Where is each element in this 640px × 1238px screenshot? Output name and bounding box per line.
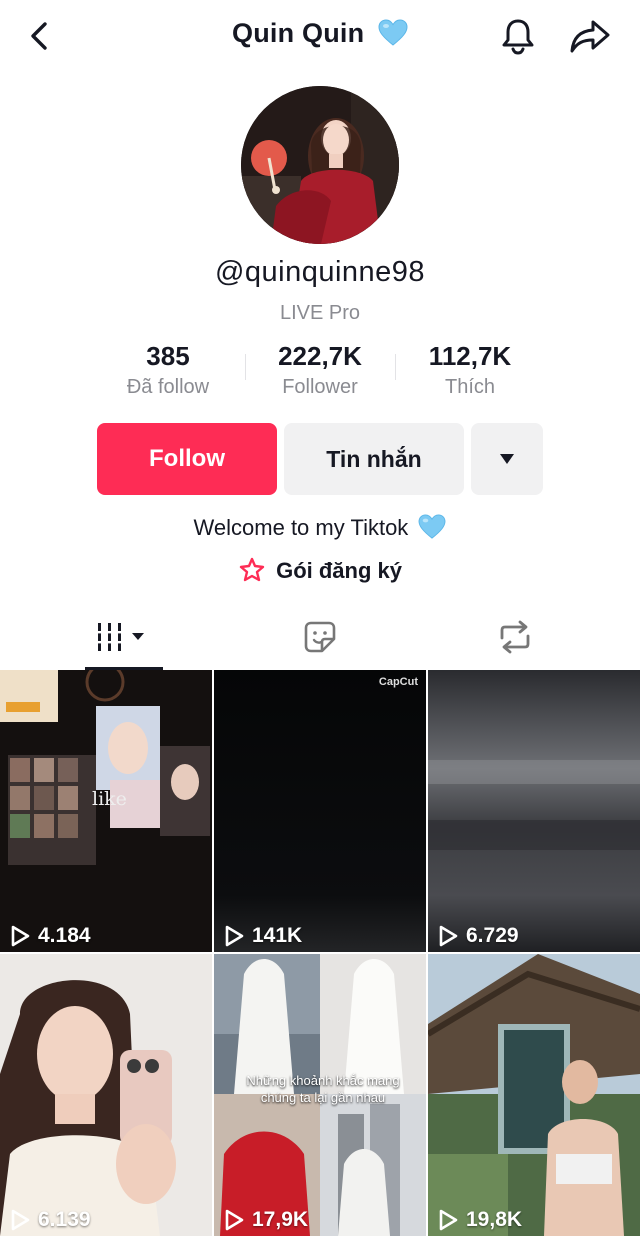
caret-down-icon	[500, 454, 514, 464]
profile-title: Quin Quin	[0, 18, 640, 49]
profile-avatar[interactable]	[241, 86, 399, 244]
video-overlay-text: like	[92, 788, 127, 810]
tab-reposts[interactable]	[484, 606, 546, 668]
view-count-value: 141K	[252, 924, 303, 947]
play-icon	[439, 925, 458, 947]
view-count: 19,8K	[436, 1208, 522, 1232]
profile-title-text: Quin Quin	[232, 18, 365, 48]
more-options-button[interactable]	[471, 423, 543, 495]
subscription-link[interactable]: Gói đăng ký	[0, 556, 640, 584]
username: @quinquinne98	[214, 256, 426, 288]
capcut-watermark: CapCut	[378, 676, 418, 688]
play-icon	[11, 1209, 30, 1231]
stat-followers-label: Follower	[282, 376, 358, 398]
video-grid: like 4.184 CapCut 141K 6.729 6.139 Những…	[0, 670, 640, 1238]
video-thumbnail-image	[214, 670, 426, 952]
blue-heart-icon	[418, 514, 446, 539]
video-thumbnail[interactable]: like 4.184	[0, 670, 212, 952]
content-tabs	[0, 606, 640, 670]
view-count: 17,9K	[222, 1208, 308, 1232]
play-icon	[439, 1209, 458, 1231]
view-count: 141K	[222, 924, 302, 948]
bio: Welcome to my Tiktok	[0, 514, 640, 541]
view-count-value: 6.729	[466, 924, 519, 947]
share-icon[interactable]	[568, 16, 612, 56]
video-overlay-text: Những khoảnh khắc mang chúng ta lại gần …	[246, 1073, 400, 1105]
video-thumbnail-image	[0, 670, 212, 952]
view-count: 6.729	[436, 924, 519, 948]
tab-videos[interactable]	[85, 606, 163, 668]
video-thumbnail-image	[428, 670, 640, 952]
stat-following[interactable]: 385 Đã follow	[93, 340, 243, 402]
video-thumbnail[interactable]: 6.729	[428, 670, 640, 952]
subscription-label: Gói đăng ký	[276, 558, 403, 583]
view-count-value: 4.184	[38, 924, 91, 947]
play-icon	[225, 925, 244, 947]
reposts-icon	[500, 620, 530, 654]
blue-heart-icon	[378, 19, 408, 46]
follow-button[interactable]: Follow	[97, 423, 277, 495]
stat-following-value: 385	[146, 341, 190, 371]
message-button[interactable]: Tin nhắn	[284, 423, 464, 495]
play-icon	[11, 925, 30, 947]
view-count-value: 6.139	[38, 1208, 91, 1231]
stat-followers[interactable]: 222,7K Follower	[245, 340, 395, 402]
videos-grid-icon	[96, 623, 144, 651]
avatar-image	[241, 86, 399, 244]
view-count: 6.139	[8, 1208, 91, 1232]
top-bar: Quin Quin	[0, 0, 640, 76]
play-icon	[225, 1209, 244, 1231]
stat-followers-value: 222,7K	[278, 341, 362, 371]
star-outline-icon	[239, 557, 265, 582]
live-pro-badge: LIVE Pro	[279, 302, 361, 324]
stat-likes-value: 112,7K	[428, 341, 512, 371]
stat-following-label: Đã follow	[126, 376, 210, 398]
video-thumbnail-image	[0, 954, 212, 1236]
video-thumbnail-image	[428, 954, 640, 1236]
stat-likes[interactable]: 112,7K Thích	[395, 340, 545, 402]
video-thumbnail[interactable]: 19,8K	[428, 954, 640, 1236]
profile-stats: 385 Đã follow 222,7K Follower 112,7K Thí…	[90, 340, 550, 404]
video-thumbnail[interactable]: 6.139	[0, 954, 212, 1236]
video-thumbnail[interactable]: Những khoảnh khắc mang chúng ta lại gần …	[214, 954, 426, 1236]
view-count-value: 19,8K	[466, 1208, 523, 1231]
bell-icon[interactable]	[498, 16, 538, 56]
view-count: 4.184	[8, 924, 91, 948]
favorites-icon	[304, 621, 336, 653]
tab-favorites[interactable]	[290, 606, 350, 668]
bio-text: Welcome to my Tiktok	[193, 515, 409, 540]
view-count-value: 17,9K	[252, 1208, 309, 1231]
stat-likes-label: Thích	[444, 376, 496, 398]
video-thumbnail[interactable]: CapCut 141K	[214, 670, 426, 952]
